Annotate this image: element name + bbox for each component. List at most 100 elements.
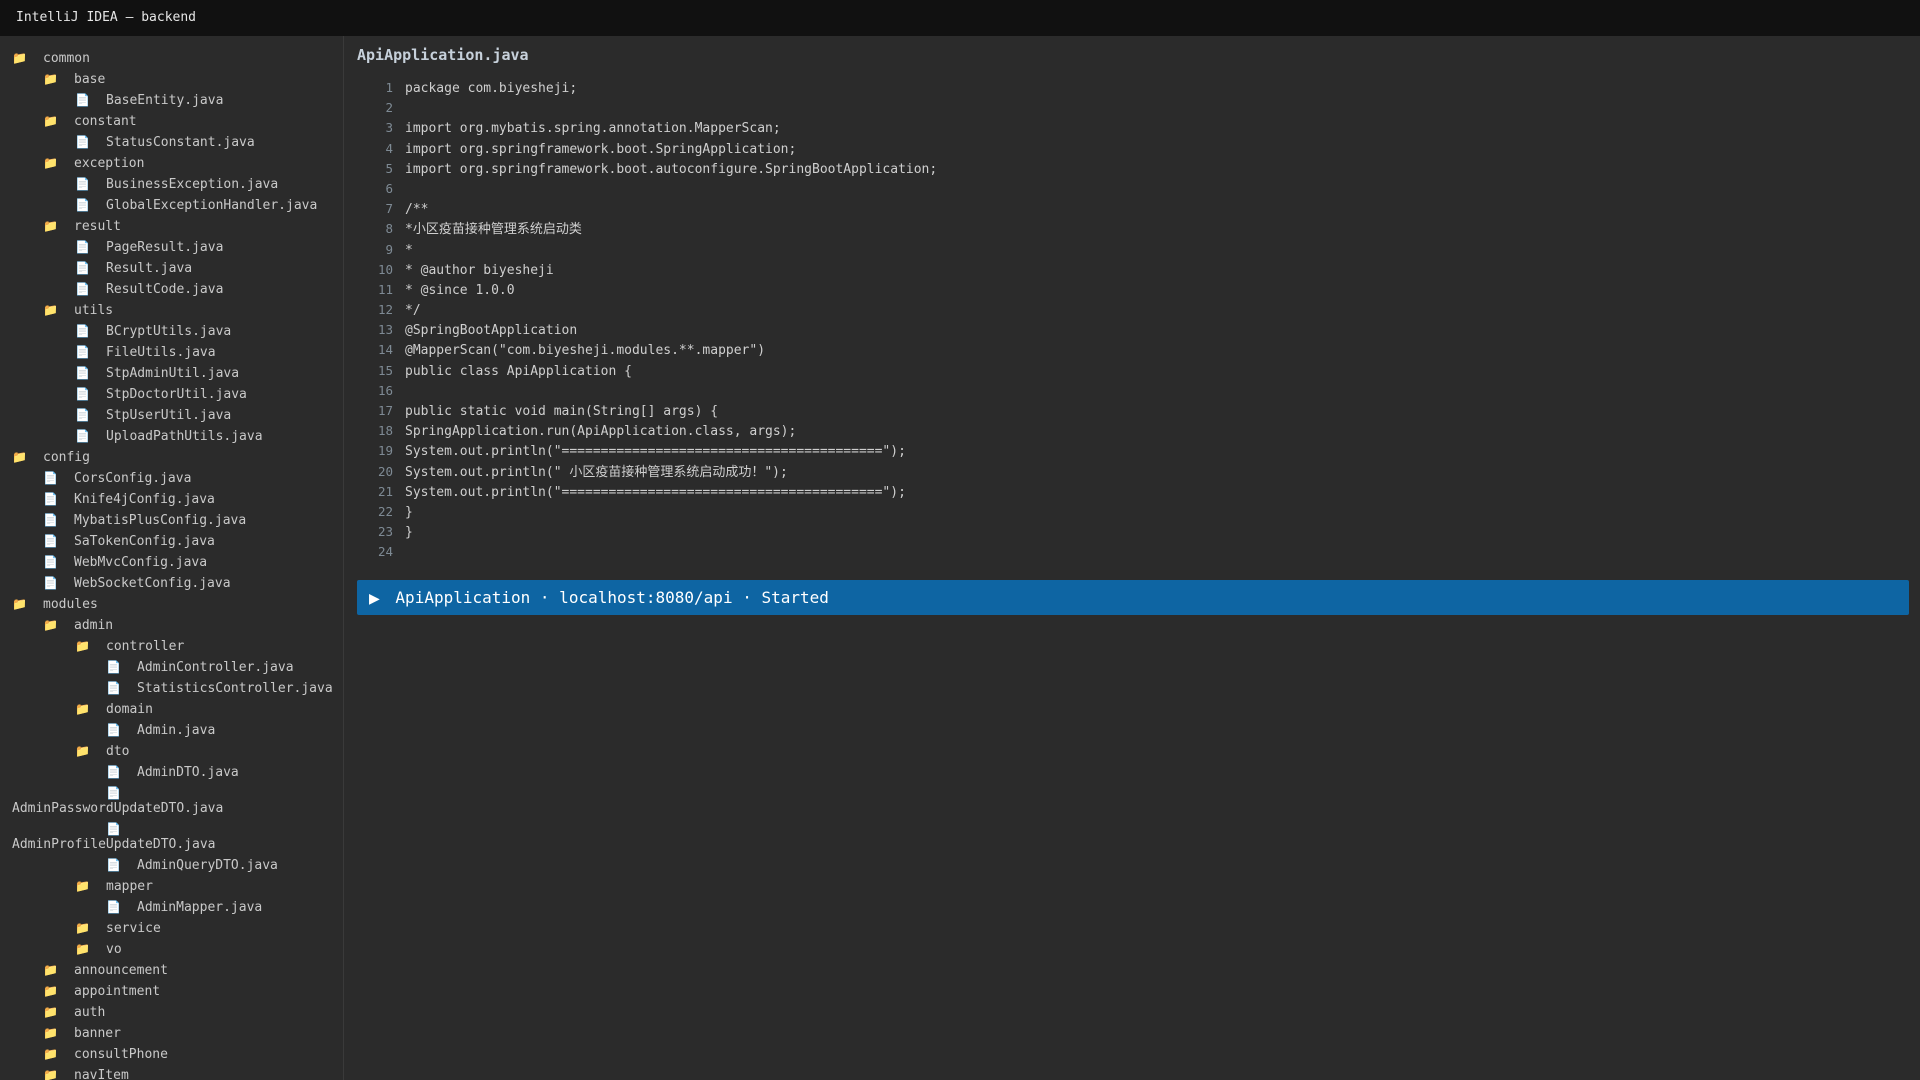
tree-file[interactable]: 📄 AdminMapper.java <box>0 897 343 918</box>
tree-file[interactable]: 📄 CorsConfig.java <box>0 468 343 489</box>
tree-folder[interactable]: 📁 base <box>0 69 343 90</box>
file-icon: 📄 <box>43 492 58 506</box>
file-icon: 📄 <box>75 345 90 359</box>
project-tree[interactable]: 📁 common 📁 base 📄 BaseEntity.java 📁 constant 📄 St… <box>0 36 344 1080</box>
code-line[interactable]: 1 package com.biyesheji; <box>357 78 1897 98</box>
tree-file[interactable]: 📄 FileUtils.java <box>0 342 343 363</box>
tree-file[interactable]: 📄 Admin.java <box>0 720 343 741</box>
tree-item-label: modules <box>43 597 98 612</box>
tree-folder[interactable]: 📁 appointment <box>0 981 343 1002</box>
tree-folder[interactable]: 📁 vo <box>0 939 343 960</box>
tree-file[interactable]: 📄 StatisticsController.java <box>0 678 343 699</box>
code-line[interactable]: 7 /** <box>357 199 1897 219</box>
tree-folder[interactable]: 📁 announcement <box>0 960 343 981</box>
tree-file[interactable]: 📄 AdminPasswordUpdateDTO.java <box>0 783 343 819</box>
tree-file[interactable]: 📄 BusinessException.java <box>0 174 343 195</box>
code-line[interactable]: 4 import org.springframework.boot.SpringA… <box>357 139 1897 159</box>
code-line[interactable]: 11 * @since 1.0.0 <box>357 280 1897 300</box>
tree-file[interactable]: 📄 AdminDTO.java <box>0 762 343 783</box>
tree-file[interactable]: 📄 MybatisPlusConfig.java <box>0 510 343 531</box>
tree-file[interactable]: 📄 StpUserUtil.java <box>0 405 343 426</box>
code-line[interactable]: 6 <box>357 179 1897 199</box>
line-number: 7 <box>385 201 393 217</box>
code-line[interactable]: 21 System.out.println("==================… <box>357 482 1897 502</box>
code-line[interactable]: 24 <box>357 542 1897 562</box>
tree-folder[interactable]: 📁 navItem <box>0 1065 343 1080</box>
tree-file[interactable]: 📄 AdminProfileUpdateDTO.java <box>0 819 343 855</box>
code-line[interactable]: 13 @SpringBootApplication <box>357 320 1897 340</box>
tree-file[interactable]: 📄 AdminQueryDTO.java <box>0 855 343 876</box>
tree-file[interactable]: 📄 PageResult.java <box>0 237 343 258</box>
tree-item-label: domain <box>106 702 153 717</box>
code-text: System.out.println("====================… <box>405 484 906 500</box>
tree-folder[interactable]: 📁 controller <box>0 636 343 657</box>
line-number: 3 <box>385 120 393 136</box>
code-line[interactable]: 19 System.out.println("==================… <box>357 441 1897 461</box>
play-icon[interactable]: ▶ <box>369 591 380 607</box>
tree-folder[interactable]: 📁 result <box>0 216 343 237</box>
tree-folder[interactable]: 📁 consultPhone <box>0 1044 343 1065</box>
code-line[interactable]: 22} <box>357 502 1897 522</box>
code-line[interactable]: 20 System.out.println(" 小区疫苗接种管理系统启动成功！")… <box>357 462 1897 482</box>
code-line[interactable]: 17 public static void main(String[] args)… <box>357 401 1897 421</box>
tree-item-label: GlobalExceptionHandler.java <box>106 198 318 213</box>
tree-file[interactable]: 📄 ResultCode.java <box>0 279 343 300</box>
tree-file[interactable]: 📄 SaTokenConfig.java <box>0 531 343 552</box>
tree-item-label: Result.java <box>106 261 193 276</box>
line-number: 21 <box>377 483 393 499</box>
code-editor[interactable]: ApiApplication.java 1 package com.biyeshe… <box>345 36 1920 1080</box>
tree-folder[interactable]: 📁 common <box>0 48 343 69</box>
tree-folder[interactable]: 📁 mapper <box>0 876 343 897</box>
tree-folder[interactable]: 📁 exception <box>0 153 343 174</box>
line-number: 13 <box>377 322 393 338</box>
code-line[interactable]: 10 * @author biyesheji <box>357 260 1897 280</box>
tree-file[interactable]: 📄 StatusConstant.java <box>0 132 343 153</box>
tree-file[interactable]: 📄 GlobalExceptionHandler.java <box>0 195 343 216</box>
code-line[interactable]: 15 public class ApiApplication { <box>357 361 1897 381</box>
tree-folder[interactable]: 📁 domain <box>0 699 343 720</box>
folder-icon: 📁 <box>43 219 58 233</box>
code-text: System.out.println("====================… <box>405 444 906 460</box>
code-text: import org.springframework.boot.autoconf… <box>405 161 938 177</box>
tree-file[interactable]: 📄 BaseEntity.java <box>0 90 343 111</box>
code-area[interactable]: 1 package com.biyesheji; 2 3 import org.myba… <box>357 78 1897 563</box>
tree-folder[interactable]: 📁 auth <box>0 1002 343 1023</box>
tree-file[interactable]: 📄 AdminController.java <box>0 657 343 678</box>
tree-file[interactable]: 📄 WebSocketConfig.java <box>0 573 343 594</box>
code-line[interactable]: 8 *小区疫苗接种管理系统启动类 <box>357 219 1897 239</box>
tree-folder[interactable]: 📁 admin <box>0 615 343 636</box>
folder-icon: 📁 <box>43 156 58 170</box>
tree-file[interactable]: 📄 StpAdminUtil.java <box>0 363 343 384</box>
tree-folder[interactable]: 📁 service <box>0 918 343 939</box>
tree-folder[interactable]: 📁 dto <box>0 741 343 762</box>
tree-item-label: AdminController.java <box>137 660 294 675</box>
file-icon: 📄 <box>106 822 121 836</box>
code-line[interactable]: 9 * <box>357 240 1897 260</box>
tree-file[interactable]: 📄 UploadPathUtils.java <box>0 426 343 447</box>
tree-item-label: StpUserUtil.java <box>106 408 232 423</box>
run-status-bar[interactable]: ▶ ApiApplication · localhost:8080/api · … <box>357 580 1909 615</box>
tree-folder[interactable]: 📁 utils <box>0 300 343 321</box>
file-icon: 📄 <box>75 408 90 422</box>
code-line[interactable]: 2 <box>357 98 1897 118</box>
code-line[interactable]: 14 @MapperScan("com.biyesheji.modules.**.… <box>357 340 1897 360</box>
code-line[interactable]: 12 */ <box>357 300 1897 320</box>
code-line[interactable]: 16 <box>357 381 1897 401</box>
tree-folder[interactable]: 📁 modules <box>0 594 343 615</box>
tree-item-label: StpDoctorUtil.java <box>106 387 247 402</box>
tree-folder[interactable]: 📁 config <box>0 447 343 468</box>
tree-file[interactable]: 📄 Result.java <box>0 258 343 279</box>
tree-file[interactable]: 📄 Knife4jConfig.java <box>0 489 343 510</box>
code-line[interactable]: 5 import org.springframework.boot.autocon… <box>357 159 1897 179</box>
code-line[interactable]: 23} <box>357 522 1897 542</box>
tree-folder[interactable]: 📁 banner <box>0 1023 343 1044</box>
code-line[interactable]: 18 SpringApplication.run(ApiApplication.c… <box>357 421 1897 441</box>
tree-file[interactable]: 📄 WebMvcConfig.java <box>0 552 343 573</box>
tree-item-label: BaseEntity.java <box>106 93 224 108</box>
tree-file[interactable]: 📄 StpDoctorUtil.java <box>0 384 343 405</box>
code-line[interactable]: 3 import org.mybatis.spring.annotation.Ma… <box>357 118 1897 138</box>
tree-folder[interactable]: 📁 constant <box>0 111 343 132</box>
folder-icon: 📁 <box>43 303 58 317</box>
tree-file[interactable]: 📄 BCryptUtils.java <box>0 321 343 342</box>
file-icon: 📄 <box>106 765 121 779</box>
